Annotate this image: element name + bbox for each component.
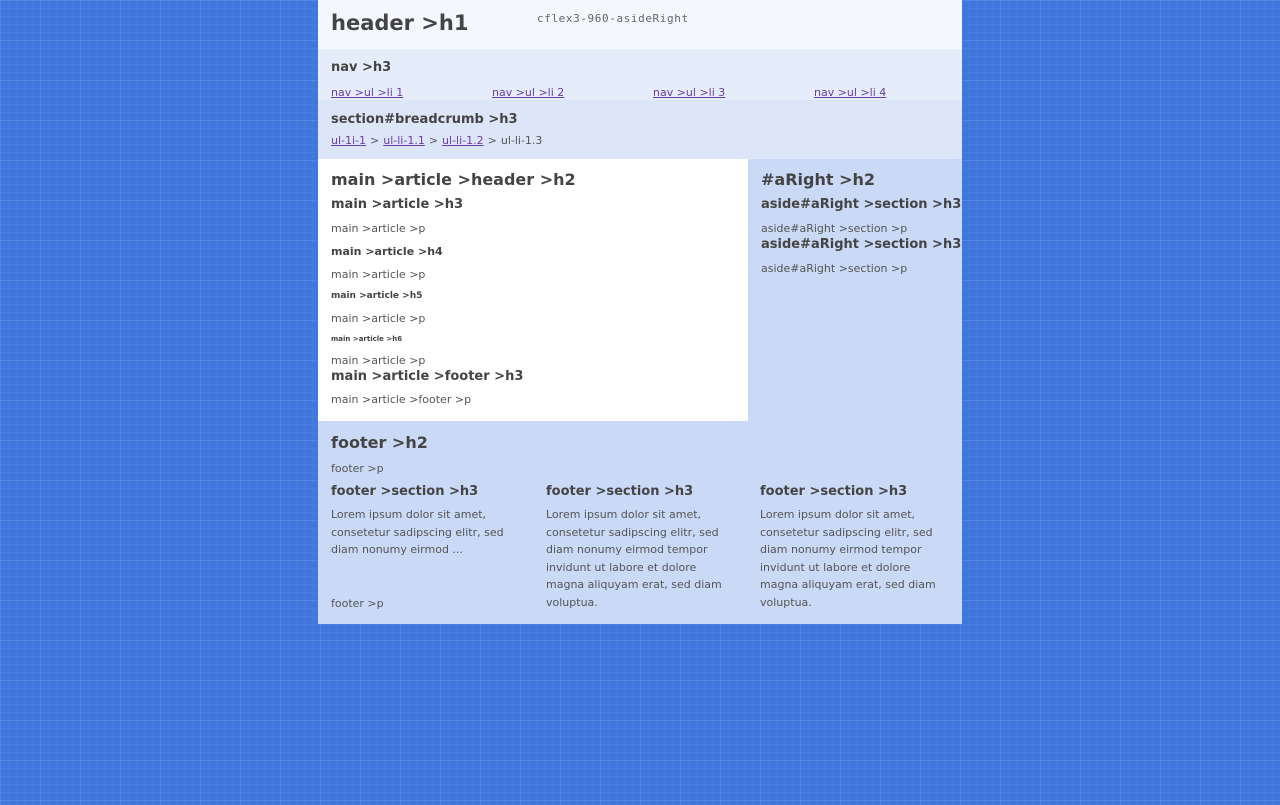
main-article: main >article >header >h2 main >article … xyxy=(318,159,748,421)
breadcrumb: ul-1i-1 > ul-li-1.1 > ul-li-1.2 > ul-li-1.3 xyxy=(331,134,542,147)
layout-tag: cflex3-960-asideRight xyxy=(537,12,689,25)
aside-title: #aRight >h2 xyxy=(761,170,875,189)
footer-section-title: footer >section >h3 xyxy=(331,484,479,499)
page-header: header >h1 cflex3-960-asideRight xyxy=(318,0,962,49)
aside-section-paragraph: aside#aRight >section >p xyxy=(761,262,908,275)
nav-title: nav >h3 xyxy=(331,60,392,75)
aside-section-paragraph: aside#aRight >section >p xyxy=(761,222,908,235)
page-wrapper: header >h1 cflex3-960-asideRight nav >h3… xyxy=(318,0,962,624)
article-paragraph: main >article >p xyxy=(331,312,426,325)
article-h6: main >article >h6 xyxy=(331,335,403,343)
breadcrumb-separator: > xyxy=(370,134,380,147)
article-paragraph: main >article >p xyxy=(331,354,426,367)
article-h3: main >article >h3 xyxy=(331,197,463,212)
footer-section-text: Lorem ipsum dolor sit amet, consetetur s… xyxy=(331,508,504,556)
article-h5: main >article >h5 xyxy=(331,291,423,301)
breadcrumb-link-1[interactable]: ul-1i-1 xyxy=(331,134,366,147)
nav-list: nav >ul >li 1 nav >ul >li 2 nav >ul >li … xyxy=(331,86,975,100)
footer-section: footer >section >h3 Lorem ipsum dolor si… xyxy=(760,484,950,611)
nav-item-4: nav >ul >li 4 xyxy=(814,86,886,99)
article-paragraph: main >article >p xyxy=(331,222,426,235)
article-paragraph: main >article >p xyxy=(331,268,426,281)
nav-item-2: nav >ul >li 2 xyxy=(492,86,564,99)
breadcrumb-separator: > xyxy=(487,134,497,147)
aside-section-title: aside#aRight >section >h3 xyxy=(761,237,962,252)
footer-section: footer >section >h3 Lorem ipsum dolor si… xyxy=(331,484,521,559)
main-nav: nav >h3 nav >ul >li 1 nav >ul >li 2 nav … xyxy=(318,49,962,100)
footer-section-text: Lorem ipsum dolor sit amet, consetetur s… xyxy=(760,508,936,609)
article-footer-paragraph: main >article >footer >p xyxy=(331,393,472,406)
nav-link-4[interactable]: nav >ul >li 4 xyxy=(814,86,886,99)
footer-title: footer >h2 xyxy=(331,433,428,452)
nav-link-3[interactable]: nav >ul >li 3 xyxy=(653,86,725,99)
article-header-title: main >article >header >h2 xyxy=(331,170,576,189)
breadcrumb-link-2[interactable]: ul-li-1.1 xyxy=(383,134,425,147)
footer-paragraph: footer >p xyxy=(331,462,384,475)
breadcrumb-section: section#breadcrumb >h3 ul-1i-1 > ul-li-1.1… xyxy=(318,100,962,159)
breadcrumb-current: ul-li-1.3 xyxy=(500,134,543,147)
header-title: header >h1 xyxy=(331,11,469,35)
breadcrumb-link-3[interactable]: ul-li-1.2 xyxy=(442,134,484,147)
footer-section-title: footer >section >h3 xyxy=(546,484,694,499)
footer-section: footer >section >h3 Lorem ipsum dolor si… xyxy=(546,484,736,611)
nav-item-1: nav >ul >li 1 xyxy=(331,86,403,99)
footer-section-title: footer >section >h3 xyxy=(760,484,908,499)
article-h4: main >article >h4 xyxy=(331,245,443,258)
nav-item-3: nav >ul >li 3 xyxy=(653,86,725,99)
breadcrumb-title: section#breadcrumb >h3 xyxy=(331,112,518,127)
breadcrumb-separator: > xyxy=(428,134,439,147)
footer-section-text: Lorem ipsum dolor sit amet, consetetur s… xyxy=(546,508,722,609)
nav-link-2[interactable]: nav >ul >li 2 xyxy=(492,86,564,99)
aside-section-title: aside#aRight >section >h3 xyxy=(761,197,962,212)
aside-right: #aRight >h2 aside#aRight >section >h3 as… xyxy=(748,159,962,421)
nav-link-1[interactable]: nav >ul >li 1 xyxy=(331,86,403,99)
footer-paragraph: footer >p xyxy=(331,597,384,610)
content-row: main >article >header >h2 main >article … xyxy=(318,159,962,421)
page-footer: footer >h2 footer >p footer >section >h3… xyxy=(318,421,962,624)
article-footer-title: main >article >footer >h3 xyxy=(331,369,524,384)
